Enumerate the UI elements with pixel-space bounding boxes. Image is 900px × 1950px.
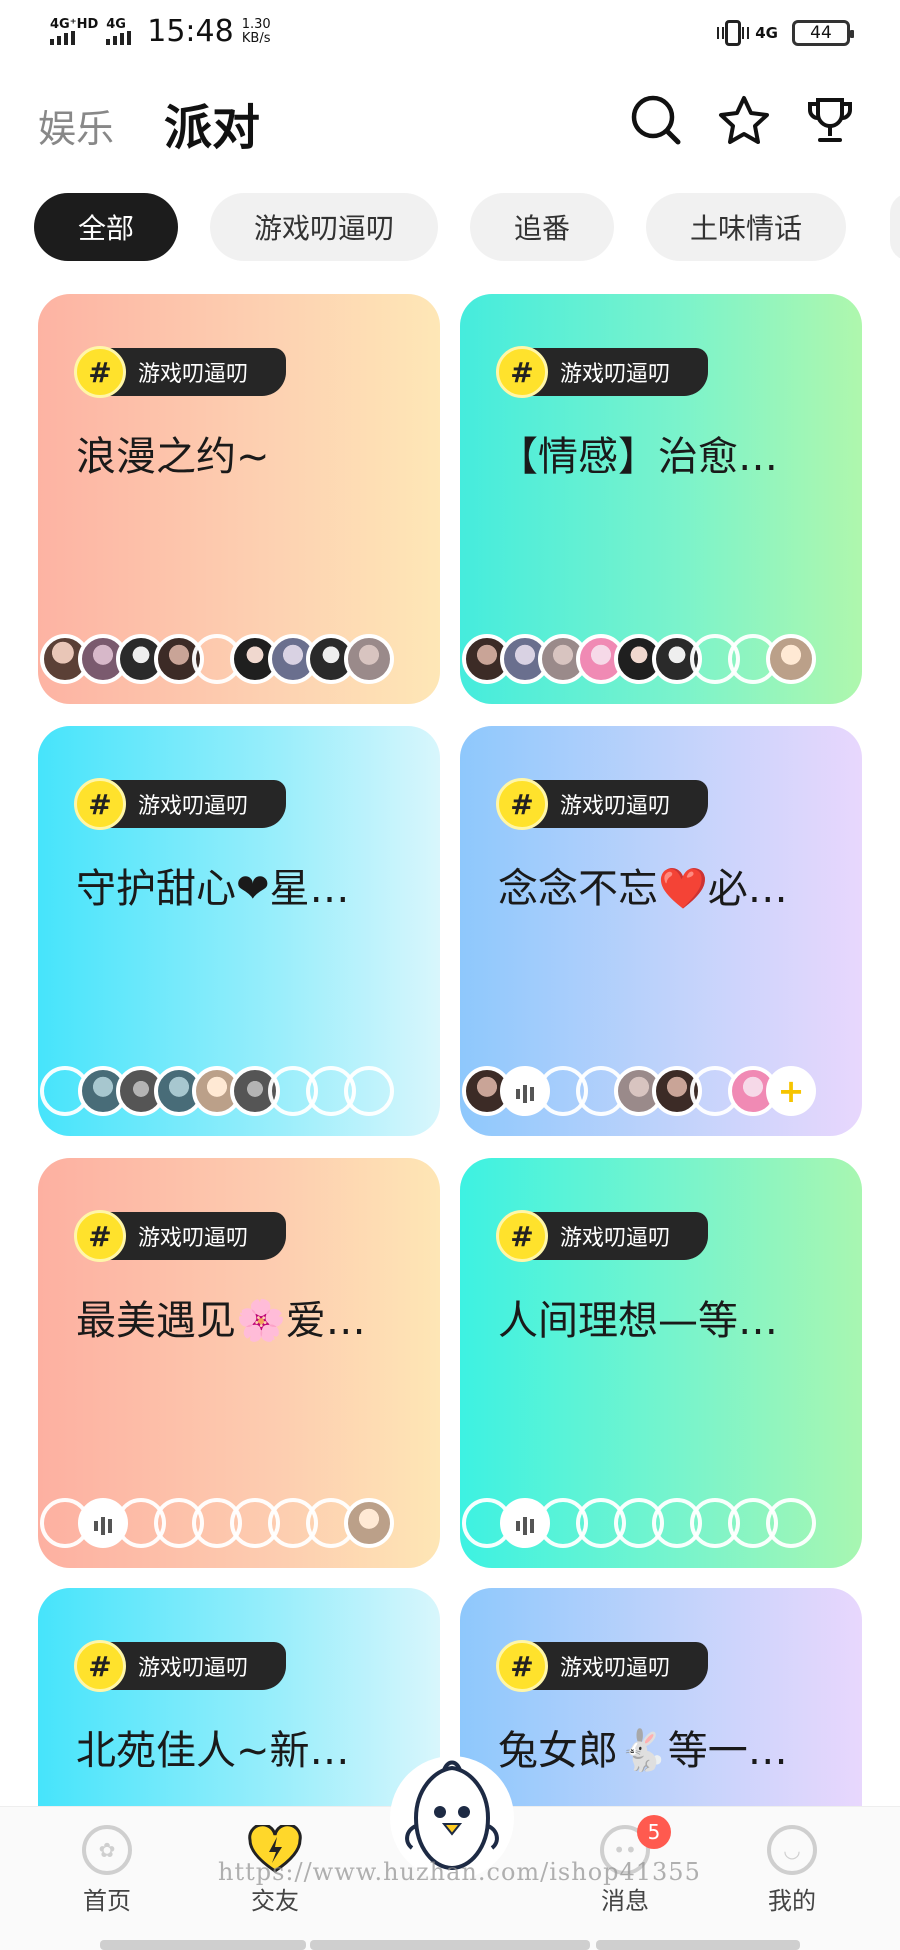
nav-mine-label: 我的 [768, 1887, 816, 1915]
room-tag: # 游戏叨逼叨 [74, 778, 286, 830]
vibrate-icon [717, 20, 750, 46]
room-title: 人间理想—等… [498, 1298, 778, 1344]
nav-messages-label: 消息 [601, 1887, 649, 1915]
room-tag-label: 游戏叨逼叨 [138, 1226, 249, 1251]
chip-all[interactable]: 全部 [34, 193, 179, 261]
hashtag-icon: # [496, 1210, 548, 1262]
room-tag-label: 游戏叨逼叨 [560, 362, 671, 387]
top-header: 娱乐 派对 [0, 80, 900, 160]
room-tag: # 游戏叨逼叨 [74, 1210, 286, 1262]
room-card[interactable]: # 游戏叨逼叨 【情感】治愈… [460, 294, 862, 704]
add-seat-icon[interactable]: + [766, 1066, 816, 1116]
room-tag: # 游戏叨逼叨 [496, 1640, 708, 1692]
room-card[interactable]: # 游戏叨逼叨 守护甜心❤星… [38, 726, 440, 1136]
empty-seat[interactable] [766, 1498, 816, 1548]
hashtag-icon: # [74, 1210, 126, 1262]
nav-home[interactable]: ✿ 首页 [47, 1825, 167, 1916]
sim1-label: 4G⁺HD [50, 17, 99, 32]
seat-row: + [462, 1066, 816, 1118]
hashtag-icon: # [496, 346, 548, 398]
room-title: 北苑佳人~新… [76, 1728, 350, 1774]
room-card[interactable]: # 游戏叨逼叨 人间理想—等… [460, 1158, 862, 1568]
chip-anime[interactable]: 追番 [470, 193, 615, 261]
seat-row [462, 634, 816, 686]
hashtag-icon: # [74, 778, 126, 830]
room-tag: # 游戏叨逼叨 [74, 346, 286, 398]
room-title: 守护甜心❤星… [76, 866, 350, 912]
room-tag-label: 游戏叨逼叨 [560, 1656, 671, 1681]
signal-sim2: 4G [106, 17, 132, 45]
status-bar-left: 4G⁺HD 4G 15:48 1.30 KB/s [50, 14, 271, 49]
room-tag-label: 游戏叨逼叨 [560, 794, 671, 819]
battery-icon: 44 [792, 20, 854, 46]
clock: 15:48 [147, 14, 234, 49]
signal-sim1: 4G⁺HD [50, 18, 98, 45]
room-tag: # 游戏叨逼叨 [496, 346, 708, 398]
avatar[interactable] [766, 634, 816, 684]
gesture-bar [310, 1940, 590, 1950]
status-bar-right: 4G 44 [717, 20, 854, 46]
profile-icon: ◡ [767, 1825, 817, 1875]
signal-bars-icon [106, 31, 132, 45]
room-tag-label: 游戏叨逼叨 [138, 1656, 249, 1681]
chip-more[interactable] [890, 193, 900, 261]
seat-row [40, 1066, 394, 1118]
signal-bars-icon [50, 31, 75, 45]
hashtag-icon: # [496, 1640, 548, 1692]
seat-row [40, 634, 394, 686]
nav-mine[interactable]: ◡ 我的 [732, 1825, 852, 1916]
room-card[interactable]: # 游戏叨逼叨 念念不忘❤️必… + [460, 726, 862, 1136]
tab-entertainment[interactable]: 娱乐 [38, 98, 114, 153]
status-bar: 4G⁺HD 4G 15:48 1.30 KB/s 4G 44 [0, 0, 900, 70]
unread-badge: 5 [637, 1815, 671, 1849]
room-title: 最美遇见🌸爱… [76, 1298, 366, 1344]
sim2-label: 4G [106, 17, 126, 32]
room-title: 兔女郎🐇等一… [498, 1728, 788, 1774]
watermark: https://www.huzhan.com/ishop41355 [218, 1858, 701, 1886]
room-tag: # 游戏叨逼叨 [496, 778, 708, 830]
room-tag: # 游戏叨逼叨 [74, 1640, 286, 1692]
network-type: 4G [755, 24, 778, 42]
seat-row [40, 1498, 394, 1550]
seat-row [462, 1498, 816, 1550]
net-speed-value: 1.30 [241, 16, 271, 32]
avatar[interactable] [344, 1498, 394, 1548]
room-tag-label: 游戏叨逼叨 [138, 362, 249, 387]
room-card[interactable]: # 游戏叨逼叨 浪漫之约~ [38, 294, 440, 704]
star-icon[interactable] [716, 92, 772, 148]
chip-cheesy-love[interactable]: 土味情话 [646, 193, 847, 261]
battery-level: 44 [810, 23, 832, 43]
room-title: 浪漫之约~ [76, 434, 270, 480]
room-card[interactable]: # 游戏叨逼叨 最美遇见🌸爱… [38, 1158, 440, 1568]
nav-friends-label: 交友 [251, 1887, 299, 1915]
room-title: 【情感】治愈… [498, 434, 778, 480]
room-tag-label: 游戏叨逼叨 [560, 1226, 671, 1251]
room-tag: # 游戏叨逼叨 [496, 1210, 708, 1262]
trophy-icon[interactable] [802, 92, 858, 148]
tab-party[interactable]: 派对 [164, 88, 260, 158]
hashtag-icon: # [74, 346, 126, 398]
search-icon[interactable] [628, 92, 684, 148]
gesture-bar [596, 1940, 800, 1950]
room-title: 念念不忘❤️必… [498, 866, 788, 912]
gesture-bar [100, 1940, 306, 1950]
hashtag-icon: # [74, 1640, 126, 1692]
avatar[interactable] [344, 634, 394, 684]
chip-game-chat[interactable]: 游戏叨逼叨 [210, 193, 439, 261]
nav-home-label: 首页 [83, 1887, 131, 1915]
room-tag-label: 游戏叨逼叨 [138, 794, 249, 819]
empty-seat[interactable] [344, 1066, 394, 1116]
hashtag-icon: # [496, 778, 548, 830]
category-chips: 全部 游戏叨逼叨 追番 土味情话 [34, 193, 847, 261]
net-speed: 1.30 KB/s [241, 16, 271, 46]
home-icon: ✿ [82, 1825, 132, 1875]
net-speed-unit: KB/s [241, 30, 271, 46]
